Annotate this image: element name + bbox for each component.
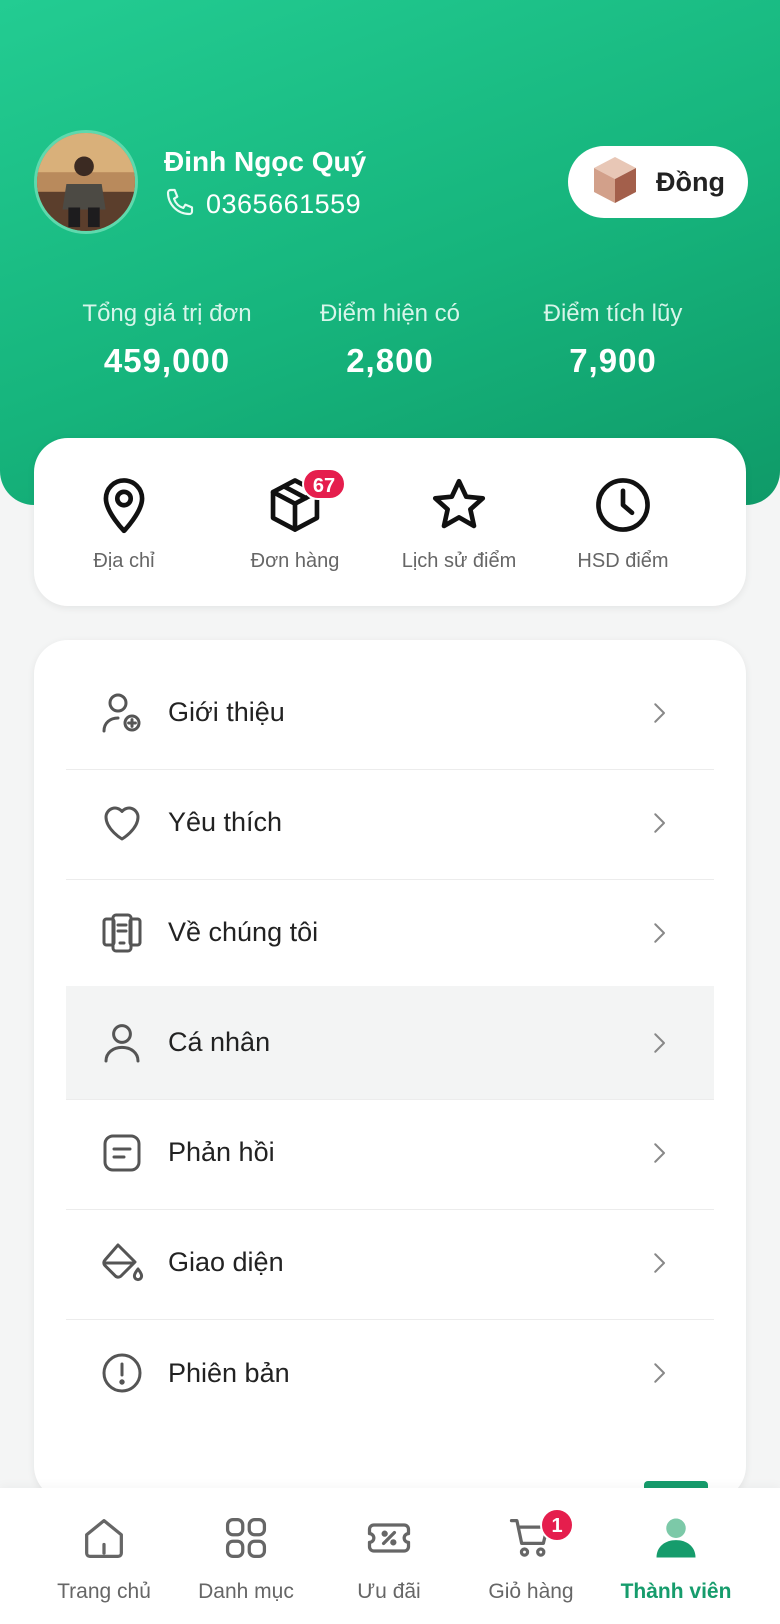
menu-item-feedback[interactable]: Phản hồi	[66, 1096, 714, 1210]
chevron-right-icon	[654, 922, 665, 943]
star-icon	[370, 474, 548, 536]
quick-action-label: Địa chỉ	[93, 550, 155, 572]
paint-bucket-icon	[98, 1239, 146, 1287]
menu-card: Giới thiệu Yêu thích Về chúng tôi Cá nhâ…	[34, 640, 746, 1500]
menu-label: Phiên bản	[168, 1357, 290, 1388]
stat-label: Tổng giá trị đơn	[82, 300, 252, 327]
ticket-icon	[314, 1512, 464, 1564]
member-icon	[601, 1512, 751, 1564]
documents-icon	[98, 909, 146, 957]
tab-home[interactable]: Trang chủ	[29, 1512, 179, 1604]
phone-number: 0365661559	[206, 189, 362, 219]
menu-item-theme[interactable]: Giao diện	[66, 1206, 714, 1320]
menu-label: Cá nhân	[168, 1027, 271, 1057]
stat-value: 7,900	[569, 342, 657, 379]
profile-header	[0, 0, 780, 505]
bottom-tab-bar: Trang chủ Danh mục Ưu đãi 1 Giỏ hàng Thà…	[0, 1488, 780, 1624]
quick-action-label: Lịch sử điểm	[401, 550, 517, 572]
stat-value: 2,800	[346, 342, 434, 379]
stat-accumulated-points: Điểm tích lũy 7,900	[493, 300, 733, 380]
tab-label: Ưu đãi	[357, 1580, 421, 1603]
quick-action-label: Đơn hàng	[250, 550, 340, 572]
chevron-right-icon	[654, 812, 665, 833]
chevron-right-icon	[654, 702, 665, 723]
tier-cube-icon	[592, 155, 638, 210]
menu-item-favorites[interactable]: Yêu thích	[66, 766, 714, 880]
cart-icon	[456, 1512, 606, 1564]
heart-icon	[98, 799, 146, 847]
orders-count-badge: 67	[302, 468, 346, 500]
box-icon	[206, 474, 384, 536]
stat-total-order: Tổng giá trị đơn 459,000	[47, 300, 287, 380]
quick-action-points-history[interactable]: Lịch sử điểm	[370, 474, 548, 573]
quick-actions-card: Địa chỉ 67 Đơn hàng Lịch sử điểm HSD điể…	[34, 438, 746, 606]
grid-icon	[171, 1512, 321, 1564]
stat-label: Điểm hiện có	[319, 300, 461, 327]
phone-icon	[164, 186, 196, 223]
menu-item-about-us[interactable]: Về chúng tôi	[66, 876, 714, 990]
menu-item-version[interactable]: Phiên bản	[66, 1316, 714, 1430]
tier-label: Đồng	[656, 166, 725, 197]
quick-action-points-expiry[interactable]: HSD điểm	[534, 474, 712, 573]
chevron-right-icon	[654, 1142, 665, 1163]
quick-action-label: HSD điểm	[577, 550, 669, 572]
stat-current-points: Điểm hiện có 2,800	[270, 300, 510, 380]
info-alert-icon	[98, 1349, 146, 1397]
tab-categories[interactable]: Danh mục	[171, 1512, 321, 1604]
menu-label: Giới thiệu	[168, 697, 285, 727]
tab-label: Trang chủ	[57, 1580, 151, 1603]
clock-icon	[534, 474, 712, 536]
tab-cart[interactable]: 1 Giỏ hàng	[456, 1508, 606, 1604]
stat-value: 459,000	[103, 342, 231, 379]
cart-count-badge: 1	[540, 1508, 574, 1542]
user-name: Đinh Ngọc Quý	[164, 146, 367, 177]
menu-label: Về chúng tôi	[168, 917, 319, 947]
menu-label: Yêu thích	[168, 807, 283, 837]
tab-label: Thành viên	[620, 1580, 732, 1603]
tab-member[interactable]: Thành viên	[601, 1512, 751, 1604]
tab-label: Giỏ hàng	[488, 1580, 574, 1603]
user-icon	[98, 1019, 146, 1067]
chevron-right-icon	[654, 1363, 665, 1383]
quick-action-address[interactable]: Địa chỉ	[35, 474, 213, 573]
menu-label: Phản hồi	[168, 1137, 275, 1167]
user-add-icon	[98, 689, 146, 737]
quick-action-orders[interactable]: 67 Đơn hàng	[206, 468, 384, 573]
chevron-right-icon	[654, 1252, 665, 1273]
feedback-icon	[98, 1129, 146, 1177]
menu-item-personal[interactable]: Cá nhân	[66, 986, 714, 1100]
menu-label: Giao diện	[168, 1247, 284, 1277]
tier-badge[interactable]: Đồng	[568, 146, 748, 218]
location-pin-icon	[35, 474, 213, 536]
home-icon	[29, 1512, 179, 1564]
chevron-right-icon	[654, 1032, 665, 1053]
stat-label: Điểm tích lũy	[543, 300, 683, 327]
tab-promotions[interactable]: Ưu đãi	[314, 1512, 464, 1604]
phone-row: 0365661559	[164, 186, 361, 223]
menu-item-referral[interactable]: Giới thiệu	[66, 656, 714, 770]
tab-label: Danh mục	[198, 1580, 294, 1603]
avatar[interactable]	[34, 130, 138, 234]
